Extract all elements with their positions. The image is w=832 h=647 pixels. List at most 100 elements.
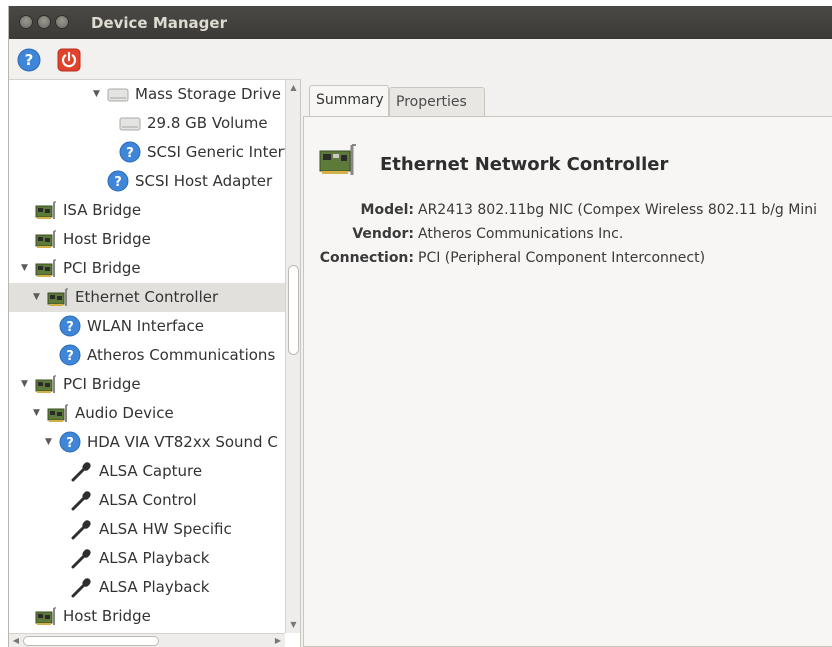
device-manager-window: Device Manager ? ▼ Mass Storage Drive 29.8… <box>8 6 832 647</box>
tree-horizontal-scrollbar[interactable]: ◀ ▶ <box>9 633 285 647</box>
help-icon: ? <box>107 170 129 192</box>
tree-item[interactable]: ? SCSI Host Adapter <box>9 167 285 196</box>
tree-item[interactable]: ALSA Playback <box>9 573 285 602</box>
tree-item-label: ALSA Playback <box>99 578 210 596</box>
microphone-icon <box>71 549 91 569</box>
device-title: Ethernet Network Controller <box>380 154 669 175</box>
tree-item[interactable]: ▼ Mass Storage Drive <box>9 80 285 109</box>
tree-item-label: HDA VIA VT82xx Sound C <box>87 433 278 451</box>
tree-item-label: ALSA HW Specific <box>99 520 232 538</box>
tree-item[interactable]: ? SCSI Generic Interfa <box>9 138 285 167</box>
expander-arrow-icon[interactable]: ▼ <box>45 437 55 447</box>
expander-arrow-icon[interactable]: ▼ <box>33 408 43 418</box>
tab-properties[interactable]: Properties <box>389 87 485 116</box>
svg-text:?: ? <box>66 349 74 364</box>
tree-item-label: 29.8 GB Volume <box>147 114 268 132</box>
tree-item[interactable]: ▼ PCI Bridge <box>9 254 285 283</box>
minimize-window-button[interactable] <box>37 15 51 29</box>
field-connection-value: PCI (Peripheral Component Interconnect) <box>418 250 706 266</box>
card-icon <box>35 375 56 393</box>
tree-item-label: Ethernet Controller <box>75 288 219 306</box>
tree-item-label: ALSA Playback <box>99 549 210 567</box>
tree-item[interactable]: ? WLAN Interface <box>9 312 285 341</box>
expander-arrow-icon[interactable]: ▼ <box>33 292 43 302</box>
tree-item-label: Atheros Communications <box>87 346 276 364</box>
power-icon[interactable] <box>57 48 81 72</box>
tree-item-label: ISA Bridge <box>63 201 142 219</box>
window-title: Device Manager <box>91 14 227 32</box>
scroll-right-icon[interactable]: ▶ <box>272 635 284 647</box>
card-icon <box>47 288 68 306</box>
tree-item-label: PCI Bridge <box>63 259 141 277</box>
field-connection-label: Connection: <box>319 250 414 266</box>
tree-item[interactable]: ALSA Control <box>9 486 285 515</box>
svg-text:?: ? <box>66 436 74 451</box>
tree-item-label: Host Bridge <box>63 230 151 248</box>
tree-item-label: Mass Storage Drive <box>135 85 281 103</box>
expander-arrow-icon[interactable]: ▼ <box>21 379 31 389</box>
scroll-left-icon[interactable]: ◀ <box>10 635 22 647</box>
field-model-value: AR2413 802.11bg NIC (Compex Wireless 802… <box>418 202 817 218</box>
tab-summary[interactable]: Summary <box>309 85 389 116</box>
tree-vertical-scrollbar[interactable]: ▲ ▼ <box>285 80 300 633</box>
microphone-icon <box>71 491 91 511</box>
help-icon[interactable]: ? <box>17 48 41 72</box>
card-icon <box>35 230 56 248</box>
drive-icon <box>107 88 129 102</box>
device-tree[interactable]: ▼ Mass Storage Drive 29.8 GB Volume? SCSI G… <box>9 79 301 647</box>
field-model: Model: AR2413 802.11bg NIC (Compex Wirel… <box>304 202 832 224</box>
field-model-label: Model: <box>360 202 414 218</box>
field-vendor-label: Vendor: <box>352 226 414 242</box>
help-icon: ? <box>59 315 81 337</box>
tree-item[interactable]: ALSA Capture <box>9 457 285 486</box>
tree-item[interactable]: Host Bridge <box>9 225 285 254</box>
tree-item[interactable]: ▼? HDA VIA VT82xx Sound C <box>9 428 285 457</box>
help-icon: ? <box>59 431 81 453</box>
help-icon: ? <box>59 344 81 366</box>
tree-item[interactable]: ▼ Audio Device <box>9 399 285 428</box>
tree-item[interactable]: ? Atheros Communications <box>9 341 285 370</box>
vertical-scroll-thumb[interactable] <box>288 265 299 355</box>
tree-item-label: ALSA Capture <box>99 462 203 480</box>
svg-text:?: ? <box>66 320 74 335</box>
svg-text:?: ? <box>25 51 34 69</box>
title-bar: Device Manager <box>9 6 832 39</box>
drive-icon <box>119 117 141 131</box>
tree-item-label: SCSI Generic Interfa <box>147 143 285 161</box>
help-icon: ? <box>119 141 141 163</box>
card-icon <box>35 201 56 219</box>
close-window-button[interactable] <box>19 15 33 29</box>
toolbar: ? <box>9 39 832 79</box>
tree-item-label: ALSA Control <box>99 491 197 509</box>
field-vendor: Vendor: Atheros Communications Inc. <box>304 226 832 248</box>
microphone-icon <box>71 462 91 482</box>
tree-item[interactable]: ISA Bridge <box>9 196 285 225</box>
microphone-icon <box>71 520 91 540</box>
device-details: Summary Properties Ethernet Network Cont… <box>303 79 832 647</box>
field-connection: Connection: PCI (Peripheral Component In… <box>304 250 832 272</box>
summary-panel: Ethernet Network Controller Model: AR241… <box>303 116 832 647</box>
scroll-up-icon[interactable]: ▲ <box>288 82 299 94</box>
tree-item[interactable]: ALSA Playback <box>9 544 285 573</box>
tree-item-label: Host Bridge <box>63 607 151 625</box>
tree-item[interactable]: ALSA HW Specific <box>9 515 285 544</box>
card-icon <box>35 607 56 625</box>
expander-arrow-icon[interactable]: ▼ <box>93 89 103 99</box>
tree-item[interactable]: Host Bridge <box>9 602 285 631</box>
microphone-icon <box>71 578 91 598</box>
expander-arrow-icon[interactable]: ▼ <box>21 263 31 273</box>
field-vendor-value: Atheros Communications Inc. <box>418 226 624 242</box>
svg-text:?: ? <box>114 175 122 190</box>
scroll-down-icon[interactable]: ▼ <box>288 619 299 631</box>
tree-item[interactable]: ▼ Ethernet Controller <box>9 283 285 312</box>
horizontal-scroll-thumb[interactable] <box>23 636 159 646</box>
tree-item-label: Audio Device <box>75 404 174 422</box>
tree-item-label: SCSI Host Adapter <box>135 172 273 190</box>
svg-text:?: ? <box>126 146 134 161</box>
card-icon <box>35 259 56 277</box>
tree-item[interactable]: 29.8 GB Volume <box>9 109 285 138</box>
tree-item[interactable]: ▼ PCI Bridge <box>9 370 285 399</box>
maximize-window-button[interactable] <box>55 15 69 29</box>
tree-item-label: WLAN Interface <box>87 317 204 335</box>
network-card-icon <box>319 144 356 175</box>
